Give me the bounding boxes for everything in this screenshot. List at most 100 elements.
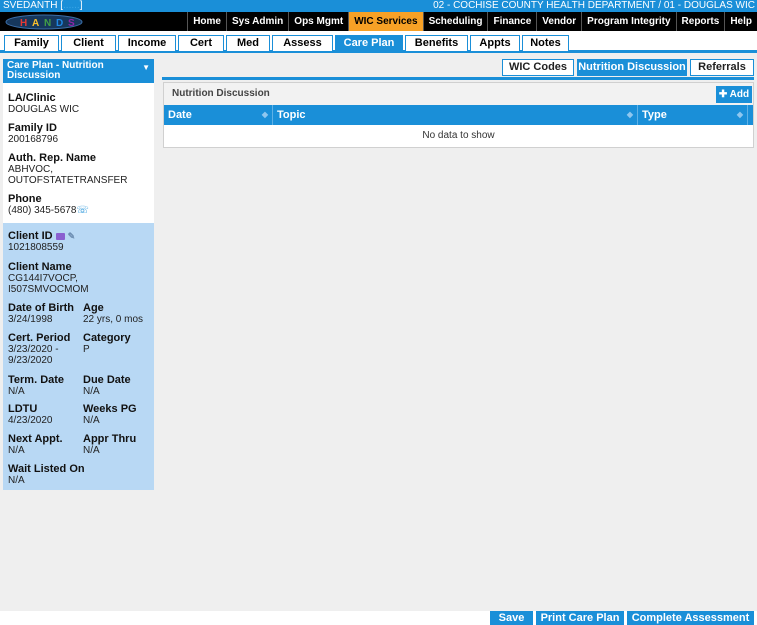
add-button[interactable]: ✚ Add	[716, 86, 752, 103]
tab-assess[interactable]: Assess	[272, 35, 333, 51]
client-name-line2: I507SMVOCMOM	[8, 284, 89, 295]
client-info-panel: Client ID ✎ 1021808559 Client Name CG144I…	[3, 223, 154, 490]
age-value: 22 yrs, 0 mos	[83, 314, 144, 325]
top-status-bar: SVEDANTH [......] 02 - COCHISE COUNTY HE…	[0, 0, 757, 12]
column-label-date: Date	[168, 109, 192, 121]
hands-logo: HANDS	[5, 14, 83, 30]
client-sidebar: Care Plan - Nutrition Discussion ▼ LA/Cl…	[3, 59, 154, 490]
print-care-plan-button[interactable]: Print Care Plan	[536, 611, 624, 625]
panel-header: Nutrition Discussion ✚ Add	[164, 83, 753, 105]
column-header-date[interactable]: Date ◆	[164, 105, 273, 125]
client-id-label: Client ID	[8, 230, 53, 242]
empty-grid-message: No data to show	[422, 130, 495, 141]
wait-listed-label: Wait Listed On	[8, 463, 85, 475]
wait-listed-value: N/A	[8, 475, 25, 486]
tab-referrals[interactable]: Referrals	[690, 59, 754, 76]
tab-nutrition-discussion[interactable]: Nutrition Discussion	[577, 59, 687, 76]
column-header-type[interactable]: Type ◆	[638, 105, 748, 125]
main-nav: Home Sys Admin Ops Mgmt WIC Services Schedul…	[187, 12, 757, 31]
client-name-label: Client Name	[8, 261, 72, 273]
tab-care-plan[interactable]: Care Plan	[335, 35, 403, 51]
term-date-label: Term. Date	[8, 374, 65, 386]
tab-income[interactable]: Income	[118, 35, 176, 51]
tab-appts[interactable]: Appts	[470, 35, 520, 51]
auth-rep-label: Auth. Rep. Name	[8, 152, 97, 164]
nav-item-vendor[interactable]: Vendor	[536, 12, 581, 31]
appr-thru-value: N/A	[83, 445, 100, 456]
appr-thru-label: Appr Thru	[83, 433, 137, 445]
sort-icon: ◆	[736, 110, 743, 119]
tab-med[interactable]: Med	[226, 35, 270, 51]
cert-period-label: Cert. Period	[8, 332, 71, 344]
chevron-down-icon[interactable]: ▼	[142, 63, 150, 73]
next-appt-value: N/A	[8, 445, 25, 456]
auth-rep: Auth. Rep. Name ABHVOC, OUTOFSTATETRANSF…	[8, 152, 127, 186]
cert-period-line2: 9/23/2020	[8, 355, 53, 366]
age-label: Age	[83, 302, 104, 314]
nav-item-home[interactable]: Home	[187, 12, 226, 31]
phone-label: Phone	[8, 193, 42, 205]
logo-letter: N	[44, 18, 51, 29]
family-id: Family ID 200168796	[8, 122, 58, 145]
category-label: Category	[83, 332, 131, 344]
nav-item-scheduling[interactable]: Scheduling	[422, 12, 488, 31]
dob-value: 3/24/1998	[8, 314, 53, 325]
la-clinic-label: LA/Clinic	[8, 92, 56, 104]
tab-notes[interactable]: Notes	[522, 35, 569, 51]
column-label-topic: Topic	[277, 109, 306, 121]
organization-label: 02 - COCHISE COUNTY HEALTH DEPARTMENT / …	[433, 0, 755, 11]
nav-item-program-integrity[interactable]: Program Integrity	[581, 12, 675, 31]
nav-item-ops-mgmt[interactable]: Ops Mgmt	[288, 12, 348, 31]
sort-icon: ◆	[626, 110, 633, 119]
save-button[interactable]: Save	[490, 611, 533, 625]
tab-client[interactable]: Client	[61, 35, 116, 51]
complete-assessment-button[interactable]: Complete Assessment	[627, 611, 754, 625]
tab-family[interactable]: Family	[4, 35, 59, 51]
tabs-underline	[162, 77, 754, 80]
panel-title: Nutrition Discussion	[172, 88, 270, 99]
cert-period-line1: 3/23/2020 -	[8, 344, 59, 355]
sidebar-header[interactable]: Care Plan - Nutrition Discussion ▼	[3, 59, 154, 83]
nav-item-sys-admin[interactable]: Sys Admin	[225, 12, 288, 31]
category-value: P	[83, 344, 90, 355]
plus-icon: ✚	[718, 89, 728, 100]
tab-cert[interactable]: Cert	[178, 35, 224, 51]
la-clinic: LA/Clinic DOUGLAS WIC	[8, 92, 79, 115]
logo-letter: H	[20, 18, 27, 29]
dob-label: Date of Birth	[8, 302, 74, 314]
card-icon[interactable]	[55, 232, 65, 240]
logo-letter: A	[32, 18, 39, 29]
main-nav-bar: HANDS Home Sys Admin Ops Mgmt WIC Services S…	[0, 12, 757, 31]
sidebar-header-title: Care Plan - Nutrition Discussion	[7, 60, 104, 81]
grid-header: Date ◆ Topic ◆ Type ◆	[164, 105, 753, 125]
auth-rep-value-line1: ABHVOC,	[8, 164, 54, 175]
family-id-label: Family ID	[8, 122, 57, 134]
pencil-icon[interactable]: ✎	[68, 230, 76, 242]
sort-icon: ◆	[261, 110, 268, 119]
la-clinic-value: DOUGLAS WIC	[8, 104, 80, 115]
phone-icon[interactable]: ☏	[76, 205, 89, 216]
due-date-value: N/A	[83, 386, 100, 397]
bottom-action-bar: Save Print Care Plan Complete Assessment	[0, 611, 757, 625]
column-label-type: Type	[642, 109, 667, 121]
nav-item-finance[interactable]: Finance	[487, 12, 536, 31]
ldtu-value: 4/23/2020	[8, 415, 53, 426]
logo-letter: S	[68, 18, 75, 29]
sub-nav-tabs: Family Client Income Cert Med Assess Care Plan…	[4, 35, 571, 51]
phone: Phone (480) 345-5678☏	[8, 193, 89, 216]
nutrition-discussion-panel: Nutrition Discussion ✚ Add Date ◆ Topic ◆ …	[163, 82, 754, 148]
tab-benefits[interactable]: Benefits	[405, 35, 468, 51]
logo-letter: D	[56, 18, 63, 29]
user-name: SVEDANTH [......]	[3, 0, 83, 11]
family-id-value: 200168796	[8, 134, 59, 145]
ldtu-label: LDTU	[8, 403, 38, 415]
tab-wic-codes[interactable]: WIC Codes	[502, 59, 574, 76]
column-header-topic[interactable]: Topic ◆	[273, 105, 638, 125]
due-date-label: Due Date	[83, 374, 131, 386]
nav-item-wic-services[interactable]: WIC Services	[348, 12, 423, 31]
nav-item-reports[interactable]: Reports	[675, 12, 725, 31]
add-button-label: Add	[729, 89, 750, 100]
auth-rep-value-line2: OUTOFSTATETRANSFER	[8, 175, 128, 186]
weeks-pg-label: Weeks PG	[83, 403, 137, 415]
nav-item-help[interactable]: Help	[724, 12, 757, 31]
